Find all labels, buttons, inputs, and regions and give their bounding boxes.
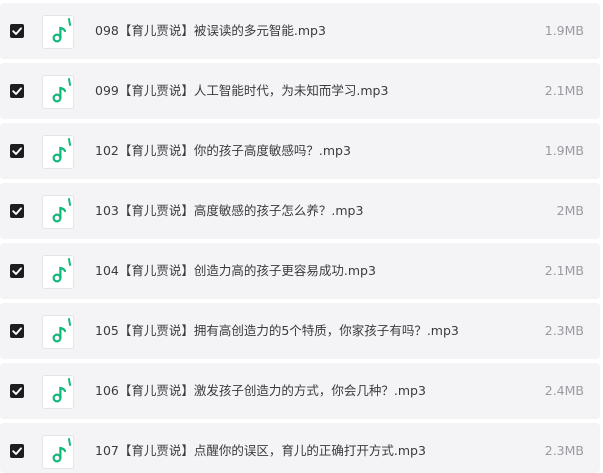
audio-file-icon xyxy=(42,315,74,349)
file-checkbox[interactable] xyxy=(10,204,24,218)
file-size: 2.1MB xyxy=(544,83,584,98)
file-row[interactable]: 107【育儿贾说】点醒你的误区，育儿的正确打开方式.mp3 2.3MB xyxy=(0,423,600,473)
file-checkbox[interactable] xyxy=(10,264,24,278)
checkmark-icon xyxy=(12,147,22,155)
file-checkbox[interactable] xyxy=(10,384,24,398)
file-name[interactable]: 106【育儿贾说】激发孩子创造力的方式，你会几种？.mp3 xyxy=(95,381,426,401)
file-name[interactable]: 105【育儿贾说】拥有高创造力的5个特质，你家孩子有吗？.mp3 xyxy=(95,321,459,341)
file-row[interactable]: 098【育儿贾说】被误读的多元智能.mp3 1.9MB xyxy=(0,3,600,59)
file-size: 1.9MB xyxy=(544,143,584,158)
checkmark-icon xyxy=(12,87,22,95)
file-size: 1.9MB xyxy=(544,23,584,38)
audio-file-icon xyxy=(42,75,74,109)
file-size: 2.3MB xyxy=(544,323,584,338)
file-size: 2.3MB xyxy=(544,443,584,458)
file-checkbox[interactable] xyxy=(10,84,24,98)
file-size: 2MB xyxy=(556,203,584,218)
audio-file-icon xyxy=(42,15,74,49)
audio-file-icon xyxy=(42,195,74,229)
checkmark-icon xyxy=(12,207,22,215)
file-name[interactable]: 098【育儿贾说】被误读的多元智能.mp3 xyxy=(95,21,326,41)
audio-file-icon xyxy=(42,255,74,289)
file-checkbox[interactable] xyxy=(10,144,24,158)
checkmark-icon xyxy=(12,327,22,335)
file-checkbox[interactable] xyxy=(10,324,24,338)
file-row[interactable]: 102【育儿贾说】你的孩子高度敏感吗？.mp3 1.9MB xyxy=(0,123,600,179)
file-name[interactable]: 104【育儿贾说】创造力高的孩子更容易成功.mp3 xyxy=(95,261,376,281)
checkmark-icon xyxy=(12,267,22,275)
file-row[interactable]: 103【育儿贾说】高度敏感的孩子怎么养？.mp3 2MB xyxy=(0,183,600,239)
file-name[interactable]: 102【育儿贾说】你的孩子高度敏感吗？.mp3 xyxy=(95,141,351,161)
file-name[interactable]: 099【育儿贾说】人工智能时代，为未知而学习.mp3 xyxy=(95,81,388,101)
file-row[interactable]: 106【育儿贾说】激发孩子创造力的方式，你会几种？.mp3 2.4MB xyxy=(0,363,600,419)
file-row[interactable]: 099【育儿贾说】人工智能时代，为未知而学习.mp3 2.1MB xyxy=(0,63,600,119)
file-name[interactable]: 103【育儿贾说】高度敏感的孩子怎么养？.mp3 xyxy=(95,201,363,221)
file-row[interactable]: 105【育儿贾说】拥有高创造力的5个特质，你家孩子有吗？.mp3 2.3MB xyxy=(0,303,600,359)
checkmark-icon xyxy=(12,27,22,35)
file-size: 2.4MB xyxy=(544,383,584,398)
checkmark-icon xyxy=(12,447,22,455)
audio-file-icon xyxy=(42,435,74,469)
file-checkbox[interactable] xyxy=(10,444,24,458)
file-size: 2.1MB xyxy=(544,263,584,278)
audio-file-icon xyxy=(42,135,74,169)
audio-file-icon xyxy=(42,375,74,409)
file-row[interactable]: 104【育儿贾说】创造力高的孩子更容易成功.mp3 2.1MB xyxy=(0,243,600,299)
file-name[interactable]: 107【育儿贾说】点醒你的误区，育儿的正确打开方式.mp3 xyxy=(95,441,426,461)
file-checkbox[interactable] xyxy=(10,24,24,38)
checkmark-icon xyxy=(12,387,22,395)
